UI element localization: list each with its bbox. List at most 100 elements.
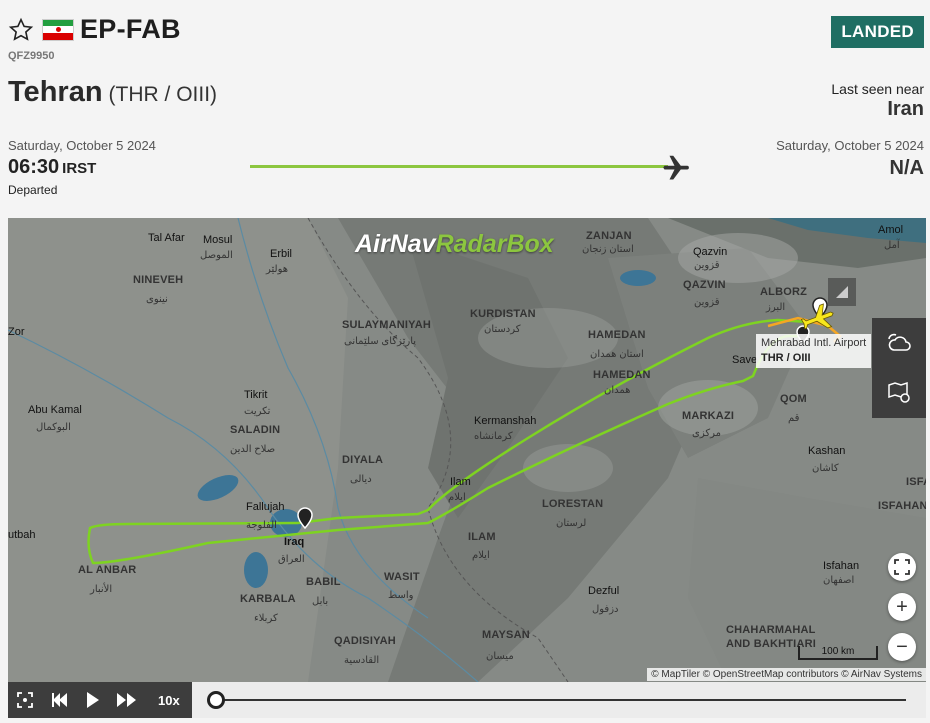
zoom-in-button[interactable]: + — [888, 593, 916, 621]
arrival-date: Saturday, October 5 2024 — [776, 138, 924, 153]
map-label-fallujah-ar: الفلوجة — [246, 520, 277, 531]
origin-city-name: Tehran — [8, 76, 103, 108]
last-seen-label: Last seen near — [831, 81, 924, 97]
map-label-nineveh-ar: نينوى — [146, 294, 168, 305]
map-label-saladin-ar: صلاح الدين — [230, 444, 276, 455]
map-label-dezful-ar: دزفول — [592, 604, 619, 615]
map-label-lorestan: LORESTAN — [542, 498, 604, 510]
arrival-time: N/A — [889, 157, 924, 179]
map-label-nineveh: NINEVEH — [133, 274, 184, 286]
map-scale: 100 km — [798, 646, 878, 660]
map-label-chaharmahal: CHAHARMAHAL — [726, 624, 816, 636]
map-label-iraq-ar: العراق — [278, 554, 305, 565]
playback-scrubber[interactable] — [207, 691, 225, 709]
flight-number: QFZ9950 — [8, 50, 55, 62]
flight-map[interactable]: AirNavRadarBox Tal Afar Mosul الموصل Erb… — [8, 218, 926, 682]
map-label-hamedan-prov-ar: استان همدان — [590, 349, 644, 360]
map-label-ilam-city-ar: ایلام — [448, 492, 466, 503]
plus-icon: + — [896, 595, 908, 618]
last-seen-value: Iran — [887, 98, 924, 120]
map-label-saladin: SALADIN — [230, 424, 281, 436]
departure-time: 06:30 IRST — [8, 156, 96, 179]
map-label-isfahan: Isfahan — [823, 560, 860, 572]
map-label-sulaymaniyah: SULAYMANIYAH — [342, 319, 431, 331]
playback-controls: 10x — [8, 682, 192, 718]
map-label-wasit: WASIT — [384, 571, 420, 583]
departure-state: Departed — [8, 183, 58, 197]
airport-popup-name: Mehrabad Intl. Airport — [761, 337, 867, 349]
map-layer-toggle-button[interactable] — [828, 278, 856, 306]
recenter-button[interactable] — [8, 682, 42, 718]
map-label-amol: Amol — [878, 224, 904, 236]
weather-button[interactable] — [872, 318, 926, 368]
play-button[interactable] — [76, 682, 110, 718]
origin-city: Tehran (THR / OIII) — [8, 76, 217, 109]
airplane-icon — [663, 155, 689, 180]
map-label-fallujah: Fallujah — [246, 501, 285, 513]
rewind-button[interactable] — [42, 682, 76, 718]
map-label-markazi-ar: مرکزی — [692, 428, 721, 439]
recenter-icon — [17, 692, 33, 708]
map-label-tikrit: Tikrit — [244, 389, 268, 401]
flight-tracker-page: EP-FAB QFZ9950 LANDED Tehran (THR / OIII)… — [0, 0, 930, 723]
map-label-al-anbar-ar: الأنبار — [90, 584, 113, 595]
iran-flag-icon — [42, 18, 74, 41]
map-label-hamedan-prov: HAMEDAN — [588, 329, 646, 341]
map-label-babil: BABIL — [306, 576, 341, 588]
fast-forward-button[interactable] — [110, 682, 144, 718]
play-icon — [87, 692, 99, 708]
map-label-karbala-ar: كربلاء — [254, 613, 278, 624]
map-label-isfa: ISFA — [906, 476, 926, 488]
map-label-ilam-ar: ایلام — [472, 550, 490, 561]
map-label-kurdistan-ar: کردستان — [484, 324, 521, 335]
map-label-kermanshah: Kermanshah — [474, 415, 537, 427]
playback-speed[interactable]: 10x — [158, 693, 180, 708]
map-gear-icon — [888, 381, 910, 403]
map-label-maysan-ar: ميسان — [486, 651, 514, 662]
flight-progress-bar — [250, 165, 668, 168]
favorite-star-icon[interactable] — [8, 17, 34, 43]
map-label-abu-kamal: Abu Kamal — [28, 404, 82, 416]
map-label-al-anbar: AL ANBAR — [78, 564, 137, 576]
map-settings-button[interactable] — [872, 368, 926, 418]
map-label-dezful: Dezful — [588, 585, 620, 597]
map-label-mosul-ar: الموصل — [200, 250, 233, 261]
airport-popup-codes: THR / OIII — [761, 352, 811, 364]
status-badge: LANDED — [831, 16, 924, 48]
map-label-erbil: Erbil — [270, 248, 293, 260]
map-label-qom: QOM — [780, 393, 807, 405]
airport-popup[interactable]: Mehrabad Intl. Airport THR / OIII — [756, 334, 872, 368]
map-label-qazvin-ar: قزوین — [694, 297, 720, 308]
map-label-saveh: Save — [732, 354, 758, 366]
map-label-isfahan-ar: اصفهان — [823, 575, 855, 586]
map-label-kermanshah-ar: کرمانشاه — [474, 431, 513, 442]
playback-track[interactable] — [216, 699, 906, 701]
map-label-sulaymaniyah-ar: پارێزگای سلێمانی — [344, 336, 417, 347]
map-label-erbil-ar: هولێر — [266, 264, 289, 275]
map-label-ilam: ILAM — [468, 531, 496, 543]
map-label-qazvin-city: Qazvin — [693, 246, 728, 258]
fullscreen-button[interactable] — [888, 553, 916, 581]
map-label-qazvin: QAZVIN — [683, 279, 726, 291]
map-label-kashan-ar: کاشان — [812, 463, 839, 474]
map-label-lorestan-ar: لرستان — [556, 518, 587, 529]
skip-back-icon — [52, 693, 67, 707]
map-label-diyala-ar: ديالى — [350, 474, 372, 485]
map-label-hamedan-ar: همدان — [604, 385, 631, 396]
departure-time-value: 06:30 — [8, 156, 60, 178]
departure-timezone: IRST — [62, 160, 97, 177]
layer-triangle-icon — [836, 286, 848, 298]
logo-part-radarbox: RadarBox — [435, 230, 554, 258]
map-label-alborz: ALBORZ — [760, 286, 808, 298]
minus-icon: − — [896, 635, 908, 658]
map-label-kurdistan: KURDISTAN — [470, 308, 536, 320]
map-label-alborz-ar: البرز — [766, 302, 786, 313]
map-label-wasit-ar: واسط — [388, 590, 414, 601]
departure-date: Saturday, October 5 2024 — [8, 138, 156, 153]
map-label-tikrit-ar: تكريت — [244, 406, 271, 417]
map-label-diyala: DIYALA — [342, 454, 384, 466]
title-row: EP-FAB — [8, 14, 181, 45]
map-label-babil-ar: بابل — [312, 596, 329, 607]
zoom-out-button[interactable]: − — [888, 633, 916, 661]
weather-cloud-icon — [888, 333, 911, 351]
